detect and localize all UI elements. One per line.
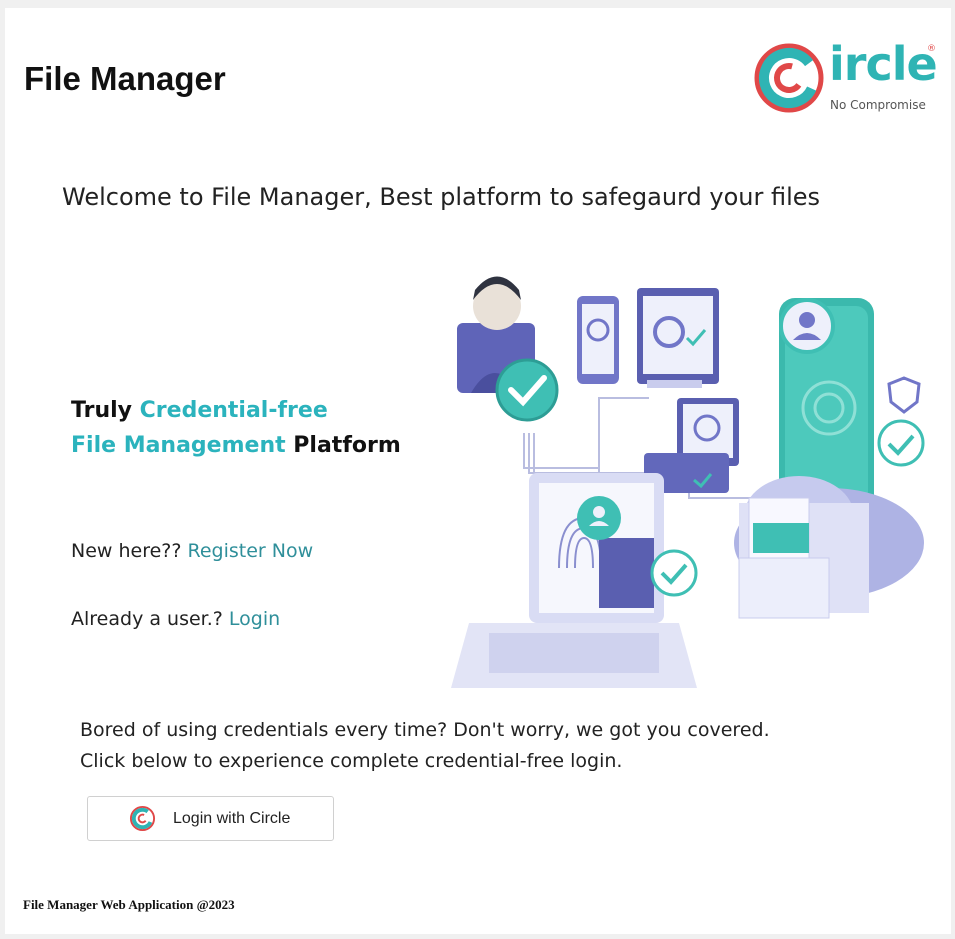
circle-logo-icon <box>754 43 824 113</box>
hero-tagline: Truly Credential-free File Management Pl… <box>71 393 401 463</box>
tagline-platform: Platform <box>285 433 401 458</box>
tagline-file-management: File Management <box>71 433 286 458</box>
tagline-truly: Truly <box>71 398 140 423</box>
tagline-credential-free: Credential-free <box>139 398 328 423</box>
welcome-heading: Welcome to File Manager, Best platform t… <box>62 183 821 211</box>
check-badge-icon <box>495 358 559 422</box>
login-with-circle-label: Login with Circle <box>173 809 291 827</box>
bored-line-2: Click below to experience complete crede… <box>80 750 623 772</box>
circle-logo-icon <box>129 805 156 832</box>
login-with-circle-button[interactable]: Login with Circle <box>87 796 334 841</box>
logo-wordmark: ircle <box>829 37 938 91</box>
hero-illustration <box>451 276 925 688</box>
shield-outline-icon <box>887 376 921 414</box>
phone-device-icon <box>577 296 619 384</box>
bored-line-1: Bored of using credentials every time? D… <box>80 719 770 741</box>
page-card: File Manager ircle ® No Compromise Welco… <box>5 8 951 934</box>
footer-copyright: File Manager Web Application @2023 <box>23 897 235 912</box>
monitor-device-icon <box>637 288 719 388</box>
register-now-link[interactable]: Register Now <box>188 540 314 562</box>
login-link[interactable]: Login <box>229 608 280 630</box>
register-prefix: New here?? <box>71 540 188 562</box>
app-title: File Manager <box>24 60 226 97</box>
login-line: Already a user.? Login <box>71 608 280 630</box>
logo-tagline: No Compromise <box>830 98 926 112</box>
cloud-file-cabinet-icon <box>734 476 924 619</box>
logo-registered-mark: ® <box>927 44 936 54</box>
login-prefix: Already a user.? <box>71 608 229 630</box>
register-line: New here?? Register Now <box>71 540 313 562</box>
user-badge-icon <box>577 496 621 540</box>
check-circle-icon <box>877 419 925 467</box>
circle-logo: ircle ® No Compromise <box>751 37 941 120</box>
check-circle-small-icon <box>650 549 698 597</box>
credential-free-message: Bored of using credentials every time? D… <box>80 715 770 777</box>
